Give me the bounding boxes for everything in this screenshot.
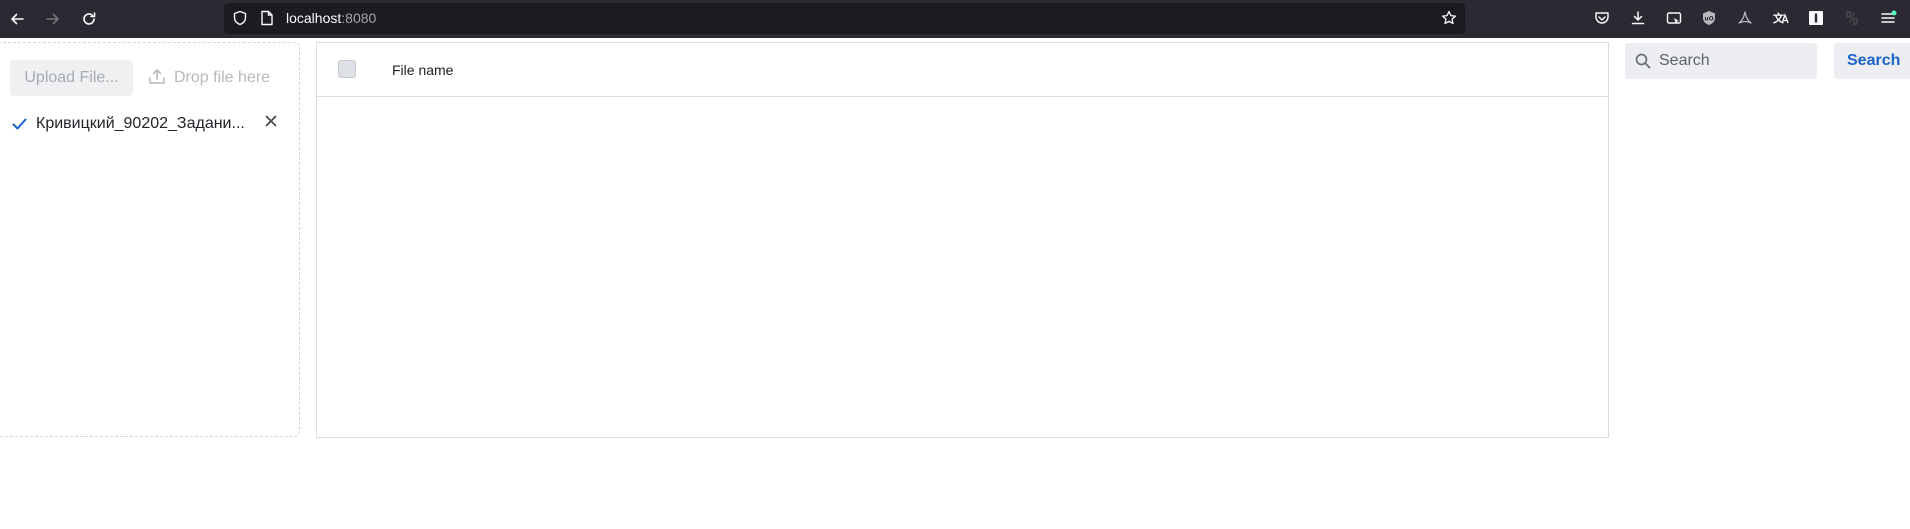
address-bar[interactable]: localhost:8080 bbox=[224, 3, 1465, 34]
ublock-icon[interactable]: uO bbox=[1699, 8, 1719, 28]
tracking-protection-shield-icon[interactable] bbox=[232, 10, 248, 31]
search-button[interactable]: Search bbox=[1834, 43, 1910, 79]
upload-icon bbox=[148, 67, 166, 90]
search-field[interactable] bbox=[1625, 43, 1817, 79]
instapaper-icon[interactable] bbox=[1806, 8, 1826, 28]
search-icon bbox=[1635, 53, 1651, 74]
uploaded-file-name: Кривицкий_90202_Задани... bbox=[36, 115, 245, 132]
file-table: File name bbox=[316, 42, 1609, 438]
close-icon[interactable] bbox=[264, 114, 278, 133]
file-dropzone[interactable]: Upload File... Drop file here Кривицкий_… bbox=[0, 42, 300, 437]
downloads-icon[interactable] bbox=[1628, 8, 1648, 28]
select-all-checkbox[interactable] bbox=[338, 60, 356, 78]
drop-file-label: Drop file here bbox=[174, 69, 271, 86]
browser-toolbar: localhost:8080 uO 文 bbox=[0, 0, 1910, 38]
reload-icon[interactable] bbox=[77, 7, 101, 31]
url-host: localhost bbox=[286, 10, 342, 26]
pocket-icon[interactable] bbox=[1592, 8, 1612, 28]
extension-icon[interactable] bbox=[1842, 8, 1862, 28]
page-info-icon[interactable] bbox=[260, 10, 274, 31]
url-port: :8080 bbox=[341, 10, 377, 26]
translate-icon[interactable]: 文 bbox=[1771, 8, 1791, 28]
app-menu-icon[interactable] bbox=[1878, 8, 1898, 28]
column-header-file-name[interactable]: File name bbox=[392, 61, 453, 79]
forward-icon[interactable] bbox=[41, 7, 65, 31]
svg-text:uO: uO bbox=[1704, 16, 1713, 23]
drop-file-hint: Drop file here bbox=[148, 60, 270, 96]
upload-file-button[interactable]: Upload File... bbox=[10, 60, 133, 96]
screenshot-icon[interactable] bbox=[1664, 8, 1684, 28]
back-icon[interactable] bbox=[5, 7, 29, 31]
table-header: File name bbox=[317, 43, 1608, 97]
uploaded-file-item: Кривицкий_90202_Задани... bbox=[12, 111, 282, 135]
search-input[interactable] bbox=[1659, 43, 1809, 79]
bookmark-star-icon[interactable] bbox=[1441, 10, 1457, 31]
url-text[interactable]: localhost:8080 bbox=[286, 10, 376, 27]
checkmark-icon bbox=[12, 117, 27, 136]
acrobat-icon[interactable] bbox=[1735, 8, 1755, 28]
